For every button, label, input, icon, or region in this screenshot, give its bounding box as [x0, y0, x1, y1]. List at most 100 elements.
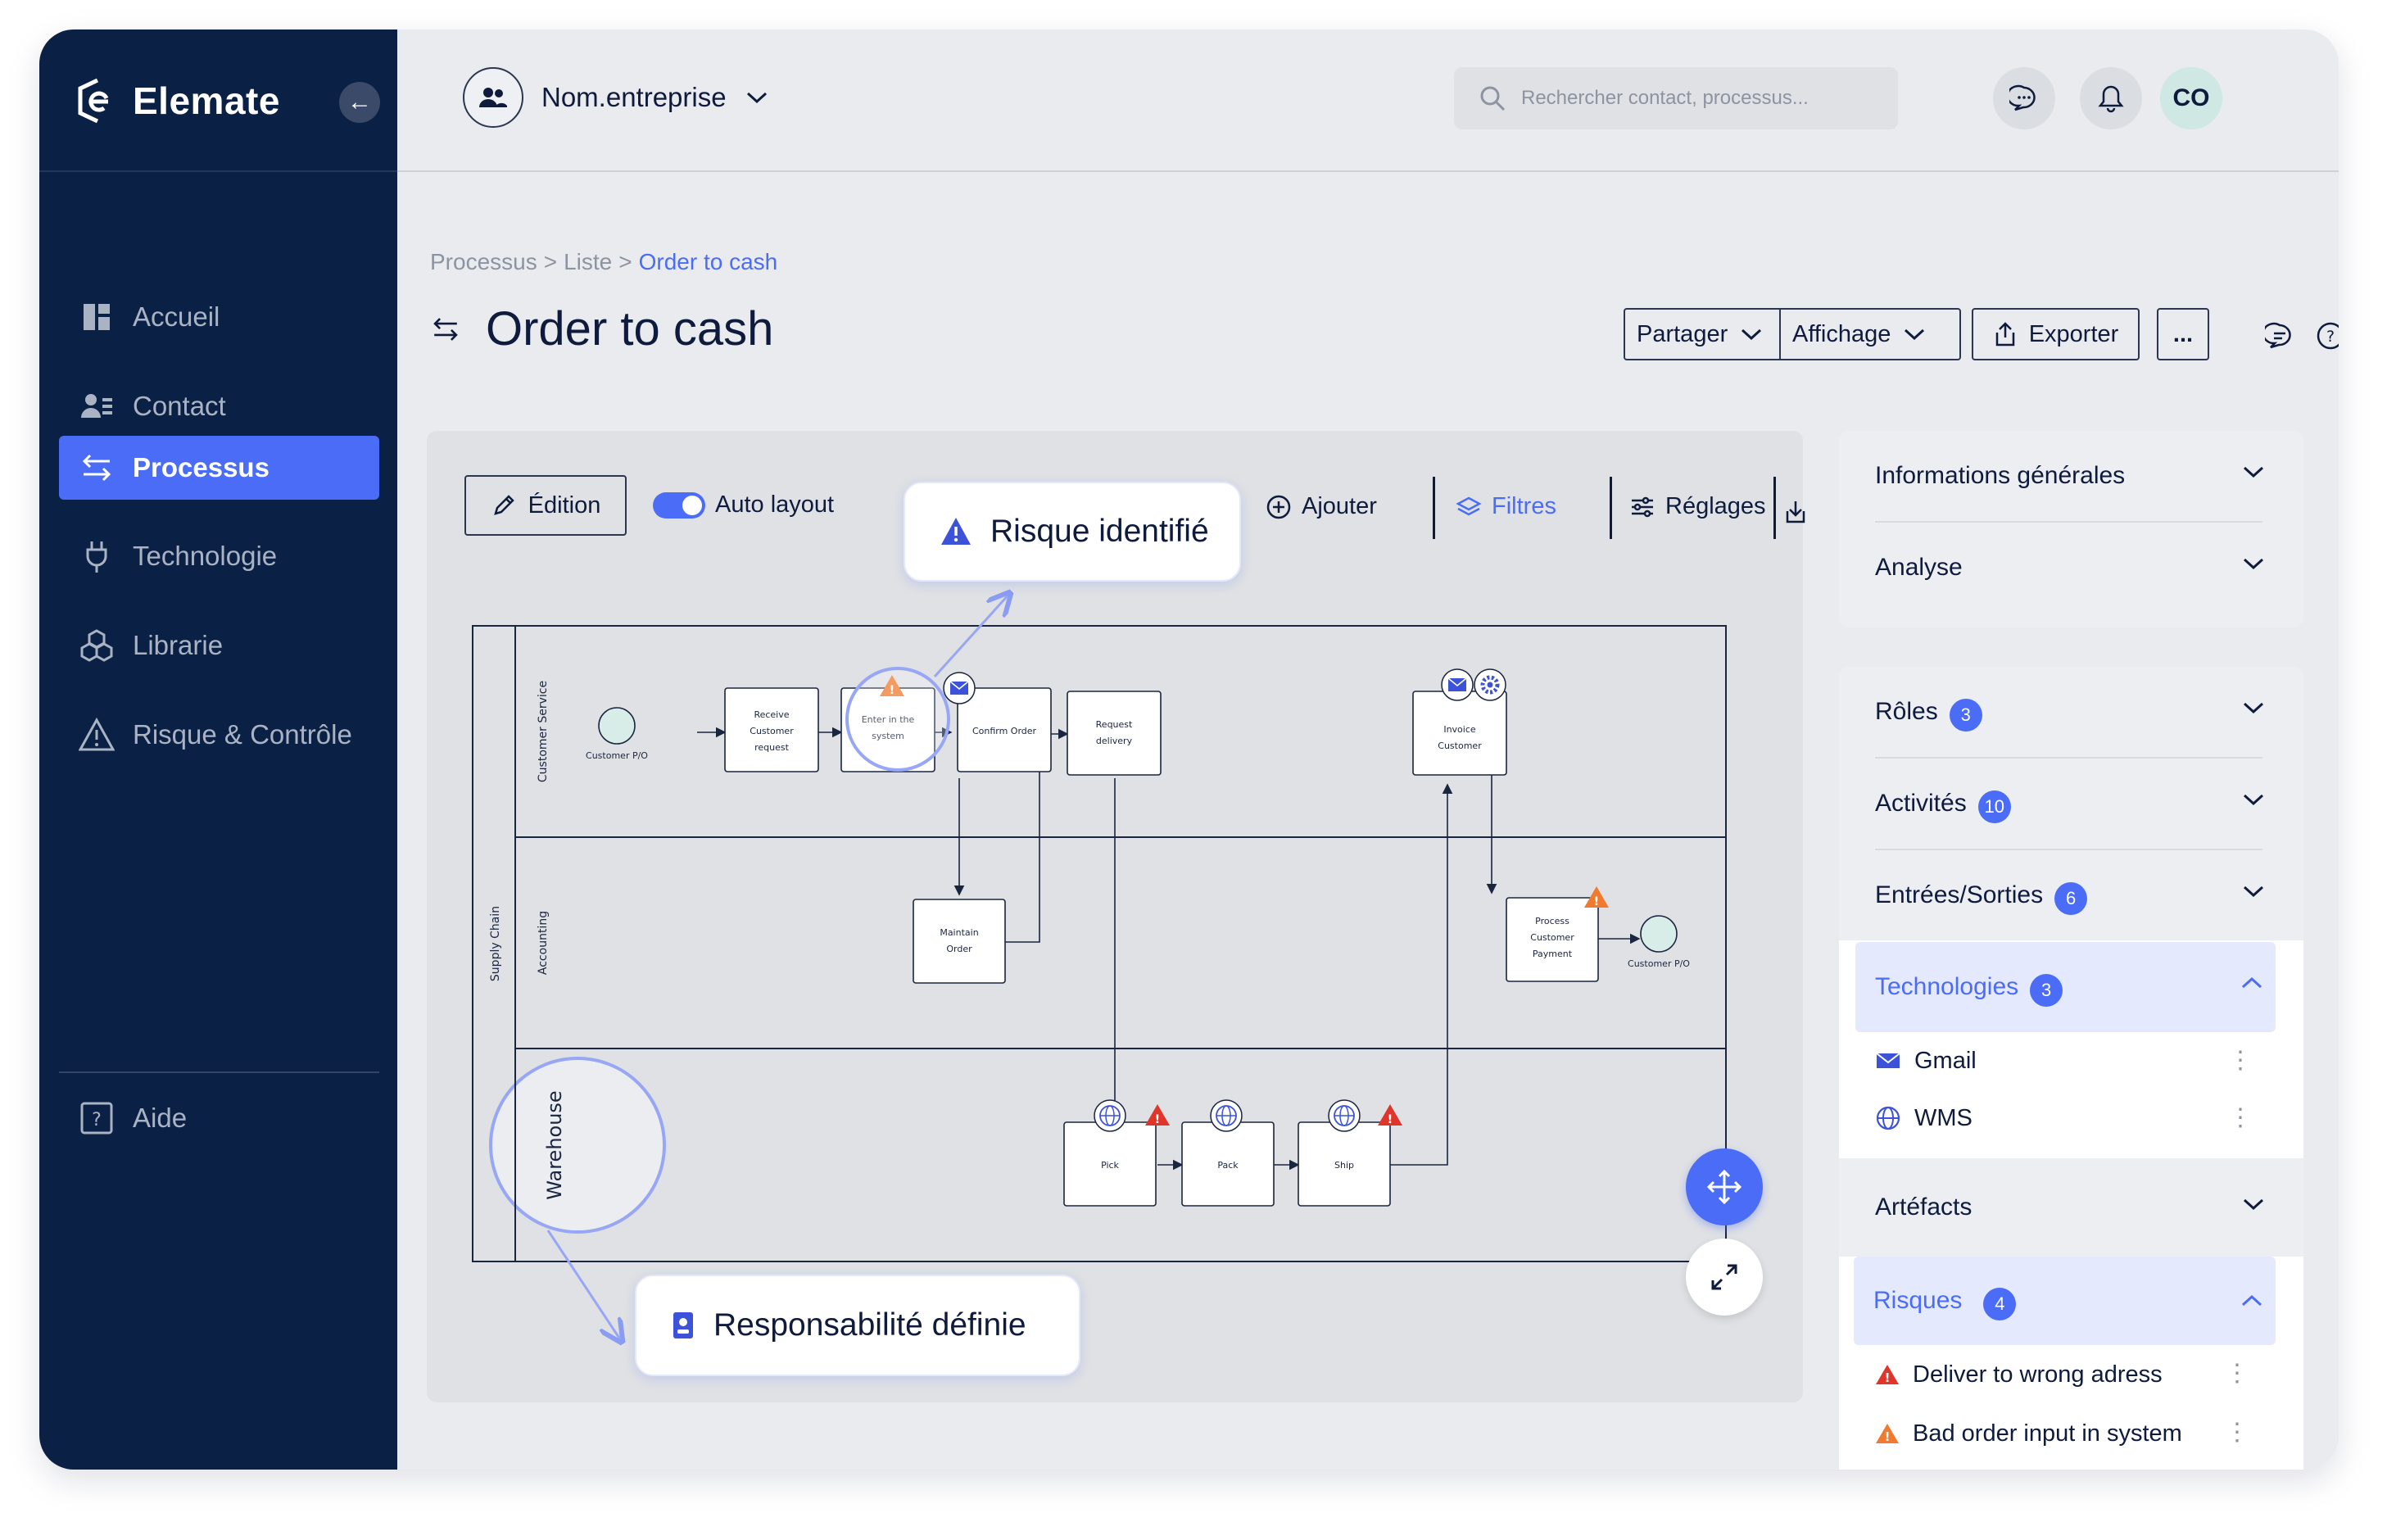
task-receive-customer-request[interactable]: Receive Customer request — [724, 687, 819, 772]
technology-item-gmail[interactable]: Gmail ⋮ — [1839, 1032, 2303, 1089]
fullscreen-button[interactable] — [1686, 1239, 1763, 1316]
callout-text: Risque identifié — [990, 514, 1209, 549]
accordion-inputs-outputs[interactable]: Entrées/Sorties 6 — [1839, 850, 2303, 940]
technology-item-wms[interactable]: WMS ⋮ — [1839, 1089, 2303, 1147]
kebab-menu-icon[interactable]: ⋮ — [2225, 1360, 2249, 1388]
users-icon — [479, 88, 507, 107]
sidebar-item-accueil[interactable]: Accueil — [59, 285, 379, 349]
gmail-icon — [1876, 1053, 1900, 1068]
sidebar-item-aide[interactable]: ? Aide — [59, 1086, 379, 1150]
messages-button[interactable] — [1993, 67, 2055, 129]
task-pick[interactable]: Pick — [1063, 1121, 1157, 1207]
sidebar-item-processus[interactable]: Processus — [59, 436, 379, 500]
accordion-analysis[interactable]: Analyse — [1839, 523, 2303, 613]
globe-icon[interactable] — [1328, 1099, 1361, 1132]
count-badge: 10 — [1977, 790, 2011, 823]
sidebar-item-label: Aide — [133, 1103, 188, 1133]
gmail-icon[interactable] — [1441, 668, 1474, 701]
chevron-down-icon — [746, 92, 767, 104]
process-canvas[interactable]: Édition Auto layout Ajouter Filtres Régl… — [427, 431, 1805, 1402]
sidebar-item-risque-controle[interactable]: Risque & Contrôle — [59, 703, 379, 767]
start-event[interactable] — [598, 707, 636, 745]
globe-icon[interactable] — [1094, 1099, 1126, 1132]
user-avatar[interactable]: CO — [2160, 67, 2222, 129]
risk-warning-icon[interactable]: ! — [1378, 1104, 1402, 1126]
accordion-risks[interactable]: Risques 4 — [1854, 1257, 2276, 1345]
technologies-section: Technologies 3 Gmail ⋮ WMS ⋮ — [1839, 940, 2303, 1158]
kebab-menu-icon[interactable]: ⋮ — [2228, 1104, 2253, 1132]
accordion-artifacts[interactable]: Artéfacts — [1839, 1158, 2303, 1257]
count-badge: 3 — [1949, 699, 1982, 732]
breadcrumb-current: Order to cash — [638, 249, 778, 274]
info-panel: Informations générales Analyse — [1839, 431, 2303, 627]
task-label: Customer — [750, 726, 794, 736]
plug-icon — [86, 541, 107, 573]
task-invoice-customer[interactable]: Invoice Customer — [1412, 691, 1507, 776]
kebab-menu-icon[interactable]: ⋮ — [2228, 1047, 2253, 1075]
breadcrumb-item[interactable]: Liste — [564, 249, 612, 275]
callout-text: Responsabilité définie — [713, 1307, 1026, 1343]
notifications-button[interactable] — [2080, 67, 2142, 129]
recenter-button[interactable] — [1686, 1148, 1763, 1225]
task-confirm-order[interactable]: Confirm Order — [957, 687, 1052, 772]
accordion-label: Technologies — [1875, 973, 2019, 1000]
help-circle-icon[interactable]: ? — [2316, 321, 2339, 351]
task-request-delivery[interactable]: Request delivery — [1067, 691, 1162, 776]
display-label: Affichage — [1792, 320, 1891, 347]
accordion-label: Artéfacts — [1875, 1194, 1973, 1221]
task-label: Request — [1096, 719, 1133, 730]
accordion-roles[interactable]: Rôles 3 — [1839, 667, 2303, 757]
bell-icon — [2098, 85, 2124, 113]
sidebar-item-technologie[interactable]: Technologie — [59, 524, 379, 588]
risk-item[interactable]: ! Deliver to wrong adress ⋮ — [1839, 1345, 2303, 1404]
task-label: delivery — [1096, 736, 1133, 746]
task-ship[interactable]: Ship — [1298, 1121, 1391, 1207]
accordion-technologies[interactable]: Technologies 3 — [1855, 942, 2276, 1032]
page-title: Order to cash — [486, 302, 774, 356]
pool-label: Supply Chain — [489, 906, 502, 981]
export-label: Exporter — [2028, 320, 2119, 347]
chevron-down-icon — [2243, 886, 2264, 898]
comment-icon[interactable] — [2265, 321, 2294, 351]
accordion-activities[interactable]: Activités 10 — [1839, 759, 2303, 849]
chat-bubble-icon — [2009, 84, 2036, 111]
search-input[interactable]: Rechercher contact, processus... — [1454, 67, 1898, 129]
sidebar-item-contact[interactable]: Contact — [59, 374, 379, 438]
task-maintain-order[interactable]: Maintain Order — [913, 899, 1006, 984]
sidebar-item-label: Accueil — [133, 301, 220, 332]
chevron-down-icon — [2243, 1198, 2264, 1211]
gear-icon[interactable] — [1474, 668, 1506, 701]
display-button[interactable]: Affichage — [1779, 308, 1961, 360]
breadcrumb-item[interactable]: Processus — [430, 249, 537, 275]
details-panel: Rôles 3 Activités 10 Entrées/Sorties 6 T… — [1839, 667, 2303, 1470]
end-event[interactable] — [1640, 915, 1678, 953]
share-label: Partager — [1637, 320, 1728, 347]
brand-logo[interactable]: Elemate — [75, 77, 280, 125]
chevron-down-icon — [2243, 558, 2264, 570]
task-label: Process — [1535, 916, 1569, 926]
task-process-customer-payment[interactable]: Process Customer Payment — [1506, 897, 1599, 982]
org-switcher[interactable]: Nom.entreprise — [463, 67, 769, 128]
count-badge: 6 — [2054, 882, 2088, 915]
gmail-icon[interactable] — [943, 672, 976, 704]
svg-text:ReceiveCustomerrequest: Receive Customer request — [750, 709, 794, 753]
process-arrows-icon — [433, 317, 458, 341]
risk-item[interactable]: ! Bad order input in system ⋮ — [1839, 1404, 2303, 1463]
share-button[interactable]: Partager — [1624, 308, 1779, 360]
collapse-sidebar-button[interactable]: ← — [339, 82, 380, 123]
risk-warning-icon[interactable]: ! — [1145, 1104, 1170, 1126]
accordion-label: Risques — [1873, 1287, 1963, 1314]
task-label: Customer — [1530, 932, 1574, 943]
sidebar-item-librarie[interactable]: Librarie — [59, 614, 379, 677]
callout-connector — [933, 593, 1010, 678]
search-icon — [1480, 86, 1506, 111]
export-button[interactable]: Exporter — [1972, 308, 2140, 360]
breadcrumb-separator: > — [618, 249, 632, 274]
globe-icon[interactable] — [1210, 1099, 1243, 1132]
accordion-general-info[interactable]: Informations générales — [1839, 431, 2303, 521]
task-pack[interactable]: Pack — [1181, 1121, 1275, 1207]
risk-identified-callout: Risque identifié — [904, 482, 1241, 582]
more-actions-button[interactable]: ... — [2157, 308, 2209, 360]
kebab-menu-icon[interactable]: ⋮ — [2225, 1419, 2249, 1447]
move-arrows-icon — [1706, 1169, 1742, 1205]
